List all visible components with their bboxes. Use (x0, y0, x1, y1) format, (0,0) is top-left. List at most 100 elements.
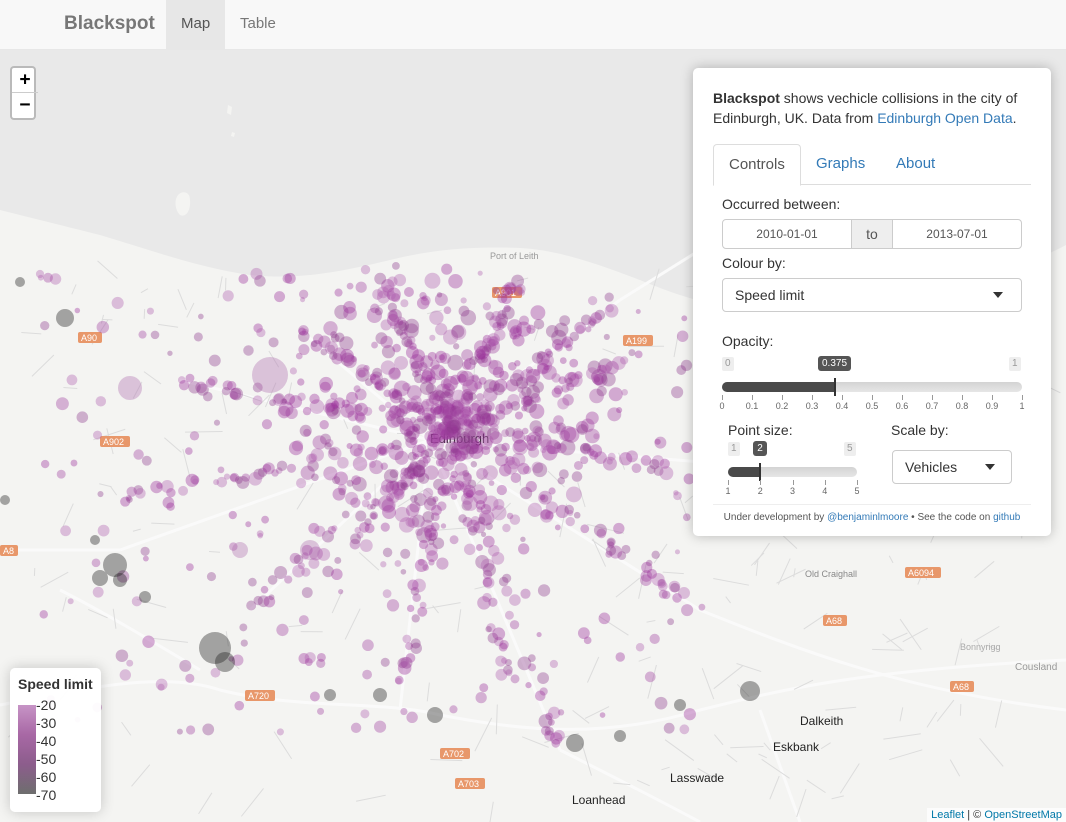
collision-point (492, 446, 499, 453)
collision-point (482, 563, 496, 577)
collision-point (504, 610, 514, 620)
tick-mark (782, 395, 783, 400)
collision-point (596, 528, 607, 539)
collision-point (538, 714, 553, 729)
point-size-slider-handle[interactable] (759, 463, 762, 481)
tick-label: 0.6 (895, 401, 909, 411)
collision-point (206, 572, 217, 582)
collision-point (351, 475, 362, 486)
author-link[interactable]: @benjaminlmoore (827, 512, 908, 523)
tab-graphs[interactable]: Graphs (801, 144, 880, 185)
collision-point (559, 315, 571, 326)
collision-point (525, 439, 538, 452)
collision-point (309, 393, 320, 405)
collision-point (588, 316, 597, 325)
collision-point (389, 405, 399, 415)
collision-point (406, 604, 415, 613)
collision-point (495, 668, 508, 681)
collision-point (252, 395, 263, 406)
collision-point (178, 380, 190, 391)
collision-point (276, 728, 284, 736)
collision-point (559, 430, 571, 441)
collision-point (39, 610, 48, 619)
github-link[interactable]: github (993, 512, 1020, 523)
collision-point (248, 577, 257, 587)
open-data-link[interactable]: Edinburgh Open Data (877, 110, 1012, 126)
road-label: A90 (81, 333, 97, 343)
date-from-input[interactable]: 2010-01-01 (722, 219, 852, 249)
collision-point (429, 334, 436, 341)
collision-point (565, 486, 582, 503)
collision-point (476, 506, 483, 513)
collision-point (412, 453, 419, 460)
collision-point (310, 340, 318, 348)
collision-point (544, 348, 552, 356)
collision-point (317, 707, 325, 715)
nav-tab-map[interactable]: Map (166, 0, 226, 49)
opacity-slider[interactable] (722, 378, 1022, 396)
collision-point (604, 292, 614, 302)
collision-point (532, 368, 541, 377)
opacity-slider-handle[interactable] (833, 378, 836, 396)
collision-point (621, 389, 628, 396)
collision-point (238, 274, 249, 284)
tab-controls[interactable]: Controls (713, 144, 801, 186)
collision-point (355, 364, 369, 378)
collision-point (585, 326, 592, 333)
collision-point-high-speed (427, 707, 443, 723)
collision-point (296, 478, 307, 489)
opacity-max: 1 (1009, 357, 1021, 371)
tick-mark (760, 480, 762, 485)
collision-point (517, 656, 532, 671)
legend-value: 30 (36, 714, 57, 732)
brand-title[interactable]: Blackspot (64, 13, 155, 35)
collision-point (243, 345, 254, 356)
zoom-in-button[interactable]: + (12, 68, 38, 93)
collision-point (554, 442, 562, 450)
place-label: Dalkeith (800, 714, 843, 728)
legend-value: 60 (36, 768, 57, 786)
collision-point (635, 642, 645, 652)
point-size-slider[interactable] (728, 463, 857, 481)
collision-point (607, 452, 616, 461)
tick-label: 0 (719, 401, 725, 411)
osm-link[interactable]: OpenStreetMap (984, 809, 1062, 821)
footer-divider (713, 504, 1031, 505)
collision-point (399, 481, 407, 489)
collision-point (539, 687, 548, 696)
scale-by-select[interactable]: Vehicles (892, 450, 1012, 484)
collision-point (608, 387, 623, 402)
collision-point (314, 525, 326, 537)
date-to-input[interactable]: 2013-07-01 (892, 219, 1022, 249)
leaflet-link[interactable]: Leaflet (931, 809, 964, 821)
collision-point (682, 513, 691, 522)
collision-point (334, 288, 343, 297)
collision-point (477, 516, 486, 525)
tick-mark (1022, 395, 1023, 400)
collision-point (458, 305, 470, 317)
tick-mark (992, 395, 993, 400)
collision-point (502, 573, 512, 583)
collision-point (415, 404, 425, 414)
collision-point (448, 274, 463, 289)
colour-by-select[interactable]: Speed limit (722, 278, 1022, 312)
collision-point (141, 455, 152, 466)
nav-tab-table[interactable]: Table (225, 0, 291, 49)
collision-point (240, 639, 248, 647)
collision-point (284, 272, 296, 285)
collision-point (565, 377, 573, 385)
collision-point (482, 465, 498, 481)
tick-label: 0.8 (955, 401, 969, 411)
collision-point-high-speed (90, 535, 100, 545)
tab-about[interactable]: About (881, 144, 950, 185)
collision-point (185, 563, 194, 572)
tick-label: 5 (854, 486, 860, 496)
place-label: Eskbank (773, 740, 820, 754)
zoom-out-button[interactable]: − (12, 93, 38, 118)
collision-point (604, 303, 619, 318)
collision-point (40, 320, 50, 331)
collision-point (471, 374, 479, 383)
collision-point (507, 393, 520, 407)
tick-label: 3 (789, 486, 796, 496)
collision-point (698, 603, 706, 611)
